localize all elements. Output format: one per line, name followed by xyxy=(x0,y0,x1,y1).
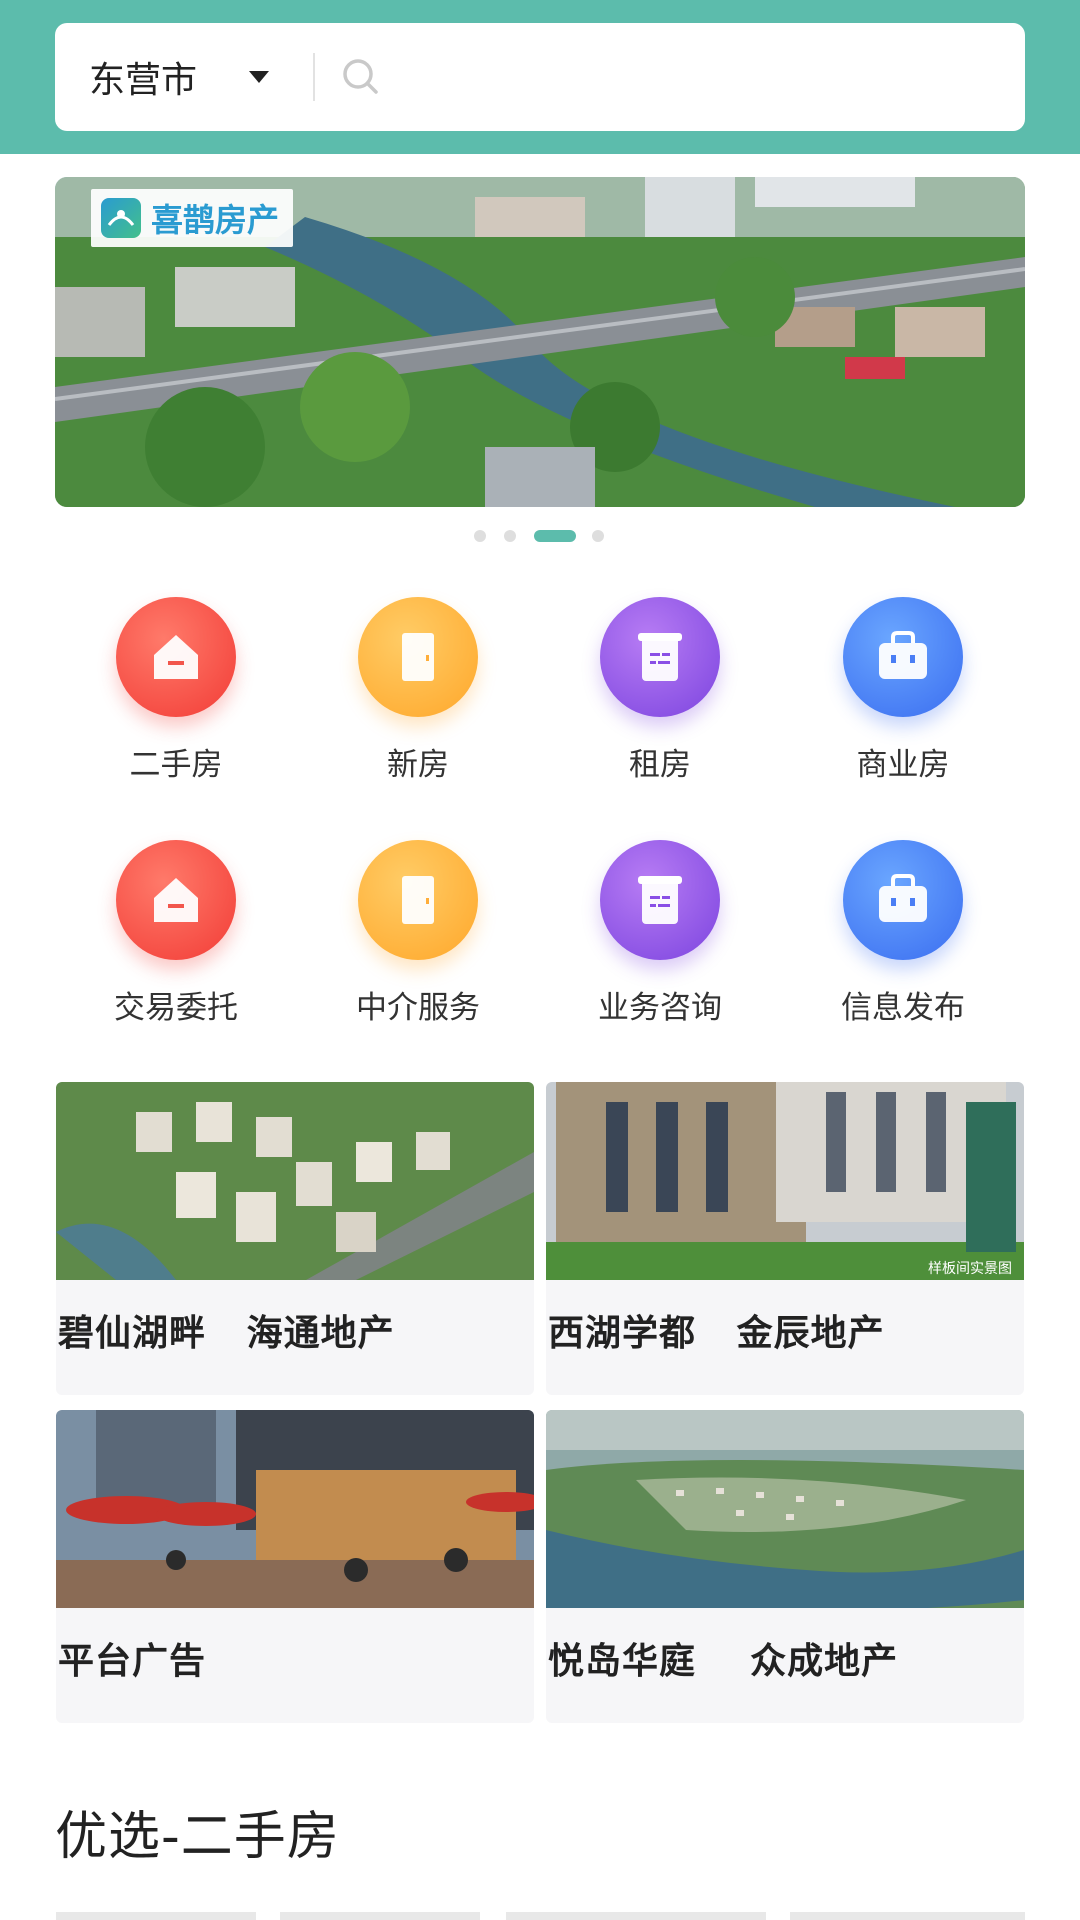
category-label: 中介服务 xyxy=(356,990,480,1026)
search-icon[interactable] xyxy=(339,55,383,99)
scroll-icon xyxy=(600,597,720,717)
category-label: 新房 xyxy=(387,747,449,783)
property-title: 西湖学都 金辰地产 xyxy=(548,1313,885,1354)
scroll-icon xyxy=(600,840,720,960)
category-label: 业务咨询 xyxy=(598,990,722,1026)
property-card[interactable]: 平台广告 xyxy=(56,1410,534,1723)
category-label: 二手房 xyxy=(129,747,223,783)
brand-logo-text: 喜鹊房产 xyxy=(151,201,280,239)
property-card[interactable]: 悦岛华庭 众成地产 xyxy=(546,1410,1024,1723)
search-bar[interactable]: 东营市 xyxy=(55,23,1025,131)
city-selector[interactable]: 东营市 xyxy=(89,23,197,131)
category-transaction-entrust[interactable]: 交易委托 xyxy=(76,840,276,1027)
listing-peek[interactable] xyxy=(280,1912,480,1920)
category-agency-service[interactable]: 中介服务 xyxy=(318,840,518,1027)
image-caption: 样板间实景图 xyxy=(928,1261,1012,1277)
category-label: 交易委托 xyxy=(114,990,238,1026)
property-image xyxy=(56,1082,534,1280)
listing-peek[interactable] xyxy=(790,1912,1025,1920)
property-image xyxy=(546,1410,1024,1608)
dropdown-caret-icon[interactable] xyxy=(249,71,269,83)
listing-peek[interactable] xyxy=(506,1912,766,1920)
category-label: 商业房 xyxy=(856,747,950,783)
category-rental[interactable]: 租房 xyxy=(560,597,760,784)
property-title: 悦岛华庭 众成地产 xyxy=(548,1641,899,1682)
carousel-dot[interactable] xyxy=(504,530,516,542)
brand-logo: 喜鹊房产 xyxy=(91,189,294,247)
carousel-dot[interactable] xyxy=(592,530,604,542)
magpie-logo-icon xyxy=(101,198,141,238)
house-icon xyxy=(116,840,236,960)
property-image xyxy=(546,1082,1024,1280)
property-card[interactable]: 样板间实景图 西湖学都 金辰地产 xyxy=(546,1082,1024,1395)
banner-carousel[interactable]: 喜鹊房产 xyxy=(55,177,1025,507)
category-info-publish[interactable]: 信息发布 xyxy=(803,840,1003,1027)
carousel-dot[interactable] xyxy=(474,530,486,542)
featured-section-title: 优选-二手房 xyxy=(55,1807,340,1867)
property-image xyxy=(56,1410,534,1608)
property-card[interactable]: 碧仙湖畔 海通地产 xyxy=(56,1082,534,1395)
category-new-house[interactable]: 新房 xyxy=(318,597,518,784)
category-commercial[interactable]: 商业房 xyxy=(803,597,1003,784)
category-business-consult[interactable]: 业务咨询 xyxy=(560,840,760,1027)
city-label: 东营市 xyxy=(89,60,198,101)
category-label: 租房 xyxy=(629,747,691,783)
door-icon xyxy=(358,840,478,960)
door-icon xyxy=(358,597,478,717)
property-title: 平台广告 xyxy=(58,1641,207,1682)
carousel-indicator xyxy=(0,528,1080,544)
briefcase-icon xyxy=(843,840,963,960)
house-icon xyxy=(116,597,236,717)
property-title: 碧仙湖畔 海通地产 xyxy=(58,1313,395,1354)
briefcase-icon xyxy=(843,597,963,717)
search-divider xyxy=(313,53,315,101)
category-second-hand[interactable]: 二手房 xyxy=(76,597,276,784)
listing-peek[interactable] xyxy=(56,1912,256,1920)
carousel-dot-active[interactable] xyxy=(534,530,576,542)
top-header: 东营市 xyxy=(0,0,1080,154)
category-label: 信息发布 xyxy=(841,990,965,1026)
